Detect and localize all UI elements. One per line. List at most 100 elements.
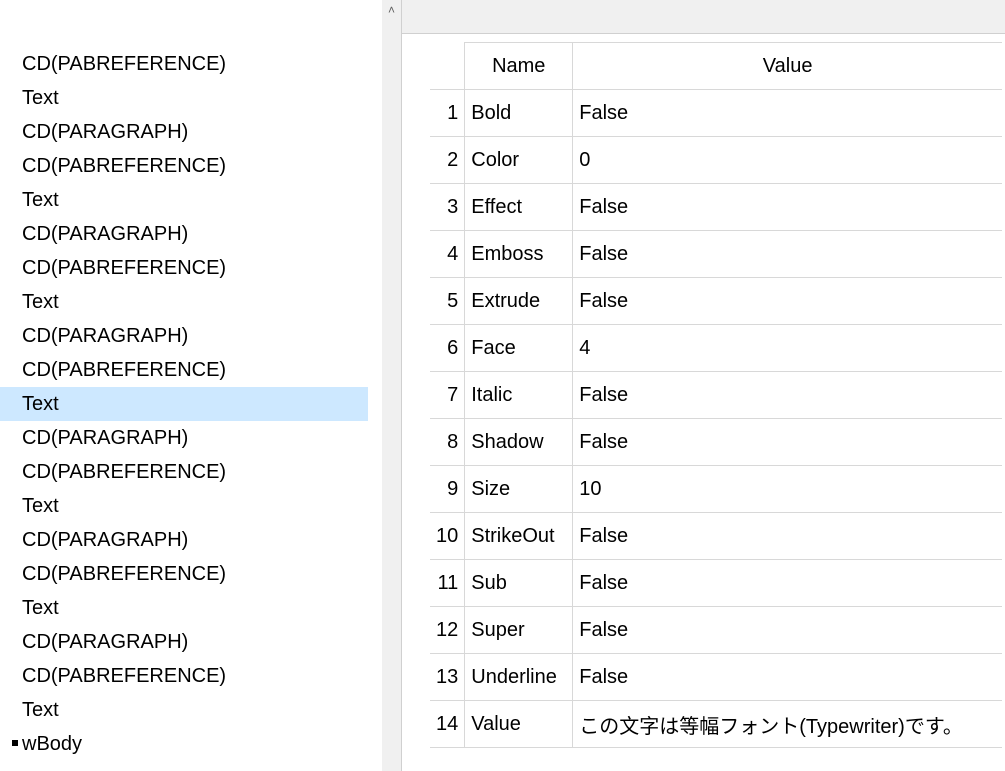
- tree-item-label: CD(PABREFERENCE): [22, 665, 226, 687]
- tree-item-label: CD(PARAGRAPH): [22, 223, 188, 245]
- tree-item[interactable]: CD(PARAGRAPH): [22, 319, 382, 353]
- grid-row[interactable]: 5ExtrudeFalse: [430, 278, 1002, 325]
- grid-row[interactable]: 6Face4: [430, 325, 1002, 372]
- property-name: Size: [465, 466, 573, 513]
- grid-row[interactable]: 13UnderlineFalse: [430, 654, 1002, 701]
- tree-item-label: CD(PABREFERENCE): [22, 359, 226, 381]
- row-number: 4: [430, 231, 465, 278]
- grid-header-row: Name Value: [430, 43, 1002, 90]
- row-number: 13: [430, 654, 465, 701]
- tree-item[interactable]: Text: [22, 285, 382, 319]
- grid-row[interactable]: 7ItalicFalse: [430, 372, 1002, 419]
- grid-row[interactable]: 4EmbossFalse: [430, 231, 1002, 278]
- property-name: StrikeOut: [465, 513, 573, 560]
- property-value[interactable]: False: [573, 184, 1002, 231]
- tree-item-label: Text: [22, 87, 59, 109]
- grid-row[interactable]: 10StrikeOutFalse: [430, 513, 1002, 560]
- row-number: 8: [430, 419, 465, 466]
- vertical-scrollbar[interactable]: ˄: [382, 0, 401, 771]
- property-value[interactable]: False: [573, 231, 1002, 278]
- grid-row[interactable]: 1BoldFalse: [430, 90, 1002, 137]
- chevron-up-icon: ˄: [388, 3, 395, 17]
- row-number: 12: [430, 607, 465, 654]
- grid-row[interactable]: 11SubFalse: [430, 560, 1002, 607]
- property-value[interactable]: False: [573, 560, 1002, 607]
- tree-expand-icon[interactable]: [12, 740, 18, 746]
- property-value[interactable]: False: [573, 419, 1002, 466]
- row-number: 10: [430, 513, 465, 560]
- property-name: Sub: [465, 560, 573, 607]
- tree-item-label: CD(PARAGRAPH): [22, 325, 188, 347]
- tree-item[interactable]: CD(PABREFERENCE): [22, 47, 382, 81]
- property-value[interactable]: この文字は等幅フォント(Typewriter)です。: [573, 701, 1002, 748]
- tree-item[interactable]: CD(PARAGRAPH): [22, 115, 382, 149]
- property-grid: Name Value 1BoldFalse2Color03EffectFalse…: [430, 42, 1002, 748]
- app-root: CD(PABREFERENCE)TextCD(PARAGRAPH)CD(PABR…: [0, 0, 1005, 771]
- tree-item[interactable]: Text: [22, 489, 382, 523]
- tree-item[interactable]: CD(PARAGRAPH): [22, 523, 382, 557]
- property-value[interactable]: 0: [573, 137, 1002, 184]
- tree-item[interactable]: CD(PABREFERENCE): [22, 251, 382, 285]
- details-pane: Name Value 1BoldFalse2Color03EffectFalse…: [402, 0, 1005, 771]
- tree-item[interactable]: CD(PABREFERENCE): [22, 659, 382, 693]
- tree-item-label: CD(PABREFERENCE): [22, 155, 226, 177]
- property-name: Effect: [465, 184, 573, 231]
- property-name: Face: [465, 325, 573, 372]
- tree-item[interactable]: wBody: [12, 727, 382, 761]
- property-value[interactable]: False: [573, 90, 1002, 137]
- tree-item[interactable]: CD(PABREFERENCE): [22, 557, 382, 591]
- tree: CD(PABREFERENCE)TextCD(PARAGRAPH)CD(PABR…: [0, 47, 382, 761]
- row-number: 6: [430, 325, 465, 372]
- grid-corner: [430, 43, 465, 90]
- tree-item[interactable]: CD(PABREFERENCE): [22, 149, 382, 183]
- tree-item[interactable]: CD(PABREFERENCE): [22, 455, 382, 489]
- grid-row[interactable]: 14Valueこの文字は等幅フォント(Typewriter)です。: [430, 701, 1002, 748]
- property-name: Value: [465, 701, 573, 748]
- tree-item[interactable]: CD(PARAGRAPH): [22, 217, 382, 251]
- property-value[interactable]: False: [573, 513, 1002, 560]
- grid-row[interactable]: 3EffectFalse: [430, 184, 1002, 231]
- tree-item-label: CD(PARAGRAPH): [22, 427, 188, 449]
- property-name: Underline: [465, 654, 573, 701]
- tree-item-label: Text: [22, 699, 59, 721]
- property-value[interactable]: 10: [573, 466, 1002, 513]
- property-name: Shadow: [465, 419, 573, 466]
- property-value[interactable]: 4: [573, 325, 1002, 372]
- tree-scroll: CD(PABREFERENCE)TextCD(PARAGRAPH)CD(PABR…: [0, 0, 382, 771]
- tree-item-label: Text: [22, 495, 59, 517]
- tree-item-label: CD(PABREFERENCE): [22, 53, 226, 75]
- row-number: 9: [430, 466, 465, 513]
- grid-row[interactable]: 9Size10: [430, 466, 1002, 513]
- tree-item[interactable]: Text: [0, 387, 368, 421]
- property-value[interactable]: False: [573, 372, 1002, 419]
- tree-item-label: wBody: [22, 733, 82, 755]
- tree-item[interactable]: Text: [22, 591, 382, 625]
- property-value[interactable]: False: [573, 654, 1002, 701]
- tree-item-label: Text: [22, 291, 59, 313]
- property-value[interactable]: False: [573, 607, 1002, 654]
- row-number: 7: [430, 372, 465, 419]
- property-value[interactable]: False: [573, 278, 1002, 325]
- grid-header-value[interactable]: Value: [573, 43, 1002, 90]
- tree-item-label: Text: [22, 189, 59, 211]
- tree-item[interactable]: Text: [22, 81, 382, 115]
- tree-item[interactable]: CD(PARAGRAPH): [22, 625, 382, 659]
- grid-header-name[interactable]: Name: [465, 43, 573, 90]
- property-name: Color: [465, 137, 573, 184]
- tree-item[interactable]: CD(PARAGRAPH): [22, 421, 382, 455]
- tree-item[interactable]: Text: [22, 183, 382, 217]
- grid-row[interactable]: 12SuperFalse: [430, 607, 1002, 654]
- grid-row[interactable]: 8ShadowFalse: [430, 419, 1002, 466]
- tree-item-label: Text: [22, 393, 59, 415]
- row-number: 5: [430, 278, 465, 325]
- tree-item[interactable]: CD(PABREFERENCE): [22, 353, 382, 387]
- tree-item-label: CD(PABREFERENCE): [22, 461, 226, 483]
- row-number: 14: [430, 701, 465, 748]
- tree-item-label: CD(PARAGRAPH): [22, 631, 188, 653]
- grid-row[interactable]: 2Color0: [430, 137, 1002, 184]
- row-number: 1: [430, 90, 465, 137]
- row-number: 3: [430, 184, 465, 231]
- scroll-up-button[interactable]: ˄: [382, 0, 401, 20]
- tree-item-label: CD(PARAGRAPH): [22, 121, 188, 143]
- tree-item[interactable]: Text: [22, 693, 382, 727]
